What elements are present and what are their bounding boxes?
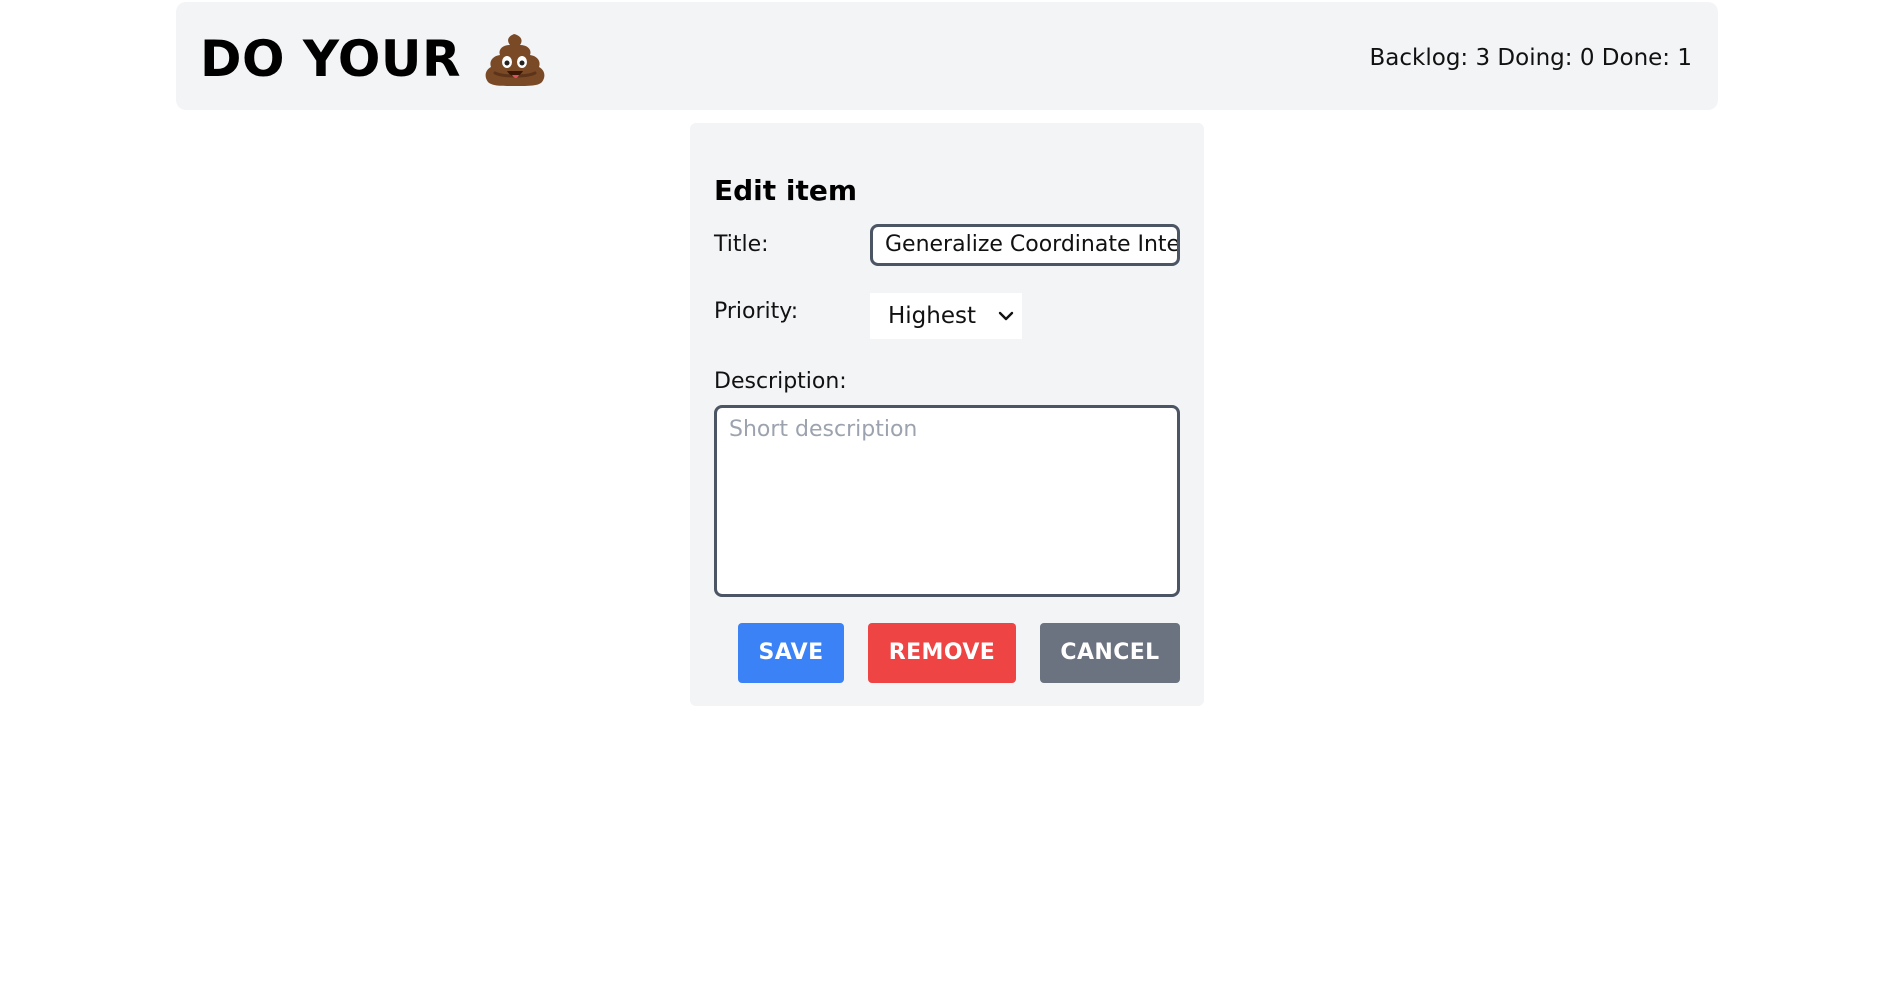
edit-item-title: Edit item bbox=[714, 174, 858, 208]
board-stats: Backlog: 3 Doing: 0 Done: 1 bbox=[1369, 45, 1692, 71]
brand: DO YOUR bbox=[200, 30, 547, 88]
description-textarea[interactable]: Short description bbox=[714, 405, 1180, 597]
app-header: DO YOUR Backlog: 3 Doing: 0 Done: 1 bbox=[176, 2, 1718, 110]
remove-button[interactable]: REMOVE bbox=[868, 623, 1016, 683]
save-button[interactable]: SAVE bbox=[738, 623, 844, 683]
chevron-down-icon bbox=[998, 311, 1014, 321]
description-label: Description: bbox=[714, 369, 847, 394]
app-title: DO YOUR bbox=[200, 30, 461, 88]
priority-label: Priority: bbox=[714, 299, 799, 324]
poop-icon bbox=[485, 34, 545, 86]
cancel-button[interactable]: CANCEL bbox=[1040, 623, 1180, 683]
priority-selected-value: Highest bbox=[888, 303, 977, 329]
edit-item-panel: Edit item Title: Generalize Coordinate I… bbox=[690, 123, 1204, 706]
priority-select[interactable]: Highest bbox=[870, 293, 1022, 339]
title-label: Title: bbox=[714, 232, 769, 257]
title-input[interactable]: Generalize Coordinate Inte bbox=[870, 224, 1180, 266]
